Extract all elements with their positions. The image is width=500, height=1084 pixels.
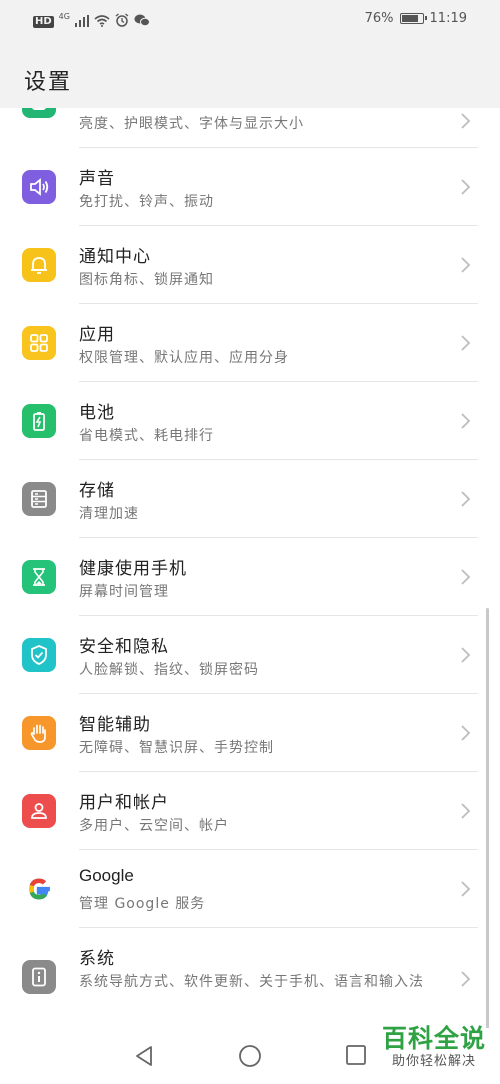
settings-item-subtitle: 管理 Google 服务 [79,896,206,912]
settings-item-title: 存储 [79,481,115,501]
settings-list[interactable]: 亮度、护眼模式、字体与显示大小 声音 免打扰、铃声、振动 通知中心 图标角标、锁… [0,108,500,1028]
info-icon [22,960,56,994]
network-label: 4G [58,11,70,21]
google-icon [22,872,56,906]
settings-item-title: 安全和隐私 [79,637,169,657]
settings-item-subtitle: 免打扰、铃声、振动 [79,194,214,210]
chevron-right-icon [461,569,471,585]
chevron-right-icon [461,257,471,273]
settings-item-subtitle: 系统导航方式、软件更新、关于手机、语言和输入法 [79,974,424,990]
wechat-icon [134,12,150,31]
settings-item-google[interactable]: Google 管理 Google 服务 [0,850,500,928]
settings-item-subtitle: 人脸解锁、指纹、锁屏密码 [79,662,259,678]
settings-item-subtitle: 图标角标、锁屏通知 [79,272,214,288]
settings-item-notifications[interactable]: 通知中心 图标角标、锁屏通知 [0,226,500,304]
watermark-subtitle: 助你轻松解决 [391,1054,476,1069]
wifi-icon [94,12,110,31]
user-icon [22,794,56,828]
scrollbar[interactable] [486,608,489,1028]
settings-item-title: Google [79,866,134,885]
battery-percent: 76% [364,11,394,26]
settings-item-title: 系统 [79,949,115,969]
battery-icon [399,13,427,24]
settings-item-title: 声音 [79,169,115,189]
hand-icon [22,716,56,750]
settings-item-users[interactable]: 用户和帐户 多用户、云空间、帐户 [0,772,500,850]
bell-icon [22,248,56,282]
chevron-right-icon [461,803,471,819]
settings-item-digital-balance[interactable]: 健康使用手机 屏幕时间管理 [0,538,500,616]
chevron-right-icon [461,113,471,129]
recent-apps-button[interactable] [345,1044,367,1066]
settings-item-subtitle: 屏幕时间管理 [79,584,169,600]
settings-item-title: 电池 [79,403,115,423]
clock: 11:19 [429,11,467,26]
display-icon [22,108,56,118]
settings-item-subtitle: 亮度、护眼模式、字体与显示大小 [79,116,304,132]
settings-item-subtitle: 多用户、云空间、帐户 [79,818,229,834]
settings-item-subtitle: 无障碍、智慧识屏、手势控制 [79,740,274,756]
settings-item-sound[interactable]: 声音 免打扰、铃声、振动 [0,148,500,226]
settings-item-smart-assistance[interactable]: 智能辅助 无障碍、智慧识屏、手势控制 [0,694,500,772]
grid-icon [22,326,56,360]
settings-item-title: 健康使用手机 [79,559,187,579]
page-title: 设置 [24,70,73,95]
settings-item-display[interactable]: 亮度、护眼模式、字体与显示大小 [0,108,500,148]
settings-item-system[interactable]: 系统 系统导航方式、软件更新、关于手机、语言和输入法 [0,928,500,1028]
hd-badge: HD [33,15,54,28]
speaker-icon [22,170,56,204]
settings-item-title: 应用 [79,325,115,345]
settings-item-subtitle: 清理加速 [79,506,139,522]
signal-icon [74,12,89,31]
back-button[interactable] [133,1044,155,1068]
watermark-title: 百科全说 [381,1024,486,1053]
chevron-right-icon [461,335,471,351]
storage-icon [22,482,56,516]
settings-item-subtitle: 省电模式、耗电排行 [79,428,214,444]
settings-item-title: 智能辅助 [79,715,151,735]
shield-icon [22,638,56,672]
settings-item-security[interactable]: 安全和隐私 人脸解锁、指纹、锁屏密码 [0,616,500,694]
settings-item-apps[interactable]: 应用 权限管理、默认应用、应用分身 [0,304,500,382]
settings-item-storage[interactable]: 存储 清理加速 [0,460,500,538]
home-button[interactable] [238,1044,262,1068]
chevron-right-icon [461,647,471,663]
settings-item-battery[interactable]: 电池 省电模式、耗电排行 [0,382,500,460]
chevron-right-icon [461,179,471,195]
alarm-icon [115,12,129,31]
battery-icon [22,404,56,438]
chevron-right-icon [461,725,471,741]
hourglass-icon [22,560,56,594]
settings-item-title: 通知中心 [79,247,151,267]
chevron-right-icon [461,491,471,507]
settings-item-subtitle: 权限管理、默认应用、应用分身 [79,350,289,366]
header: 设置 [0,42,500,108]
chevron-right-icon [461,971,471,987]
chevron-right-icon [461,413,471,429]
status-bar: HD 4G 76% 11:19 [0,0,500,42]
settings-item-title: 用户和帐户 [79,793,169,813]
chevron-right-icon [461,881,471,897]
watermark: 百科全说 助你轻松解决 [382,1024,486,1070]
